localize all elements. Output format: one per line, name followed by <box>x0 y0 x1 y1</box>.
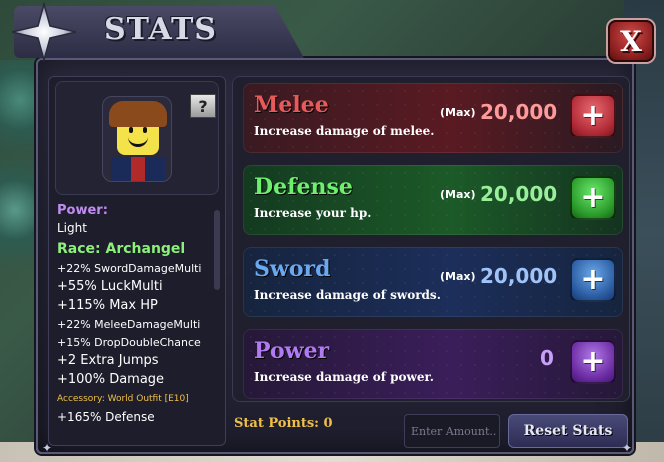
stat-name: Defense <box>254 174 353 200</box>
buff-line: +22% SwordDamageMulti <box>57 262 202 275</box>
stat-list: Melee Increase damage of melee. (Max) 20… <box>232 76 630 402</box>
stat-max-label: (Max) <box>440 270 476 283</box>
buff-line: +55% LuckMulti <box>57 279 163 294</box>
profile-info-list: Power: Light Race: Archangel +22% SwordD… <box>57 203 213 424</box>
buff-line: +2 Extra Jumps <box>57 353 159 368</box>
reset-stats-button[interactable]: Reset Stats <box>508 414 628 448</box>
plus-icon: + <box>580 98 606 133</box>
power-value: Light <box>57 221 87 235</box>
add-sword-button[interactable]: + <box>570 258 616 302</box>
power-label: Power: <box>57 203 108 218</box>
stat-card-sword: Sword Increase damage of swords. (Max) 2… <box>243 247 623 317</box>
buff-line: +165% Defense <box>57 410 155 424</box>
close-icon: X <box>620 24 642 58</box>
star-icon <box>11 2 77 62</box>
stat-max-label: (Max) <box>440 106 476 119</box>
amount-input[interactable] <box>404 414 500 448</box>
stat-value: 20,000 <box>480 100 558 124</box>
buff-line: +115% Max HP <box>57 298 158 313</box>
profile-scrollbar[interactable] <box>214 210 220 290</box>
buff-line: +22% MeleeDamageMulti <box>57 318 201 331</box>
stat-name: Sword <box>254 256 331 282</box>
stat-max-label: (Max) <box>440 188 476 201</box>
stat-name: Melee <box>254 92 329 118</box>
stat-description: Increase damage of swords. <box>254 288 441 302</box>
close-button[interactable]: X <box>608 20 654 62</box>
accessory-label: Accessory: World Outfit [E10] <box>57 394 189 404</box>
window-title: STATS <box>104 12 217 47</box>
stat-card-power: Power Increase damage of power. 0 + <box>243 329 623 399</box>
stat-value: 20,000 <box>480 264 558 288</box>
plus-icon: + <box>580 344 606 379</box>
add-power-button[interactable]: + <box>570 340 616 384</box>
stat-points-label: Stat Points: 0 <box>234 416 333 431</box>
background-tree <box>0 60 40 320</box>
stat-description: Increase damage of melee. <box>254 124 435 138</box>
stat-value: 20,000 <box>480 182 558 206</box>
stat-card-melee: Melee Increase damage of melee. (Max) 20… <box>243 83 623 153</box>
plus-icon: + <box>580 262 606 297</box>
stat-card-defense: Defense Increase your hp. (Max) 20,000 + <box>243 165 623 235</box>
stat-value: 0 <box>540 346 554 370</box>
race-label: Race: Archangel <box>57 241 186 257</box>
buff-line: +100% Damage <box>57 372 165 387</box>
avatar <box>102 96 172 182</box>
avatar-frame: ? <box>55 81 219 195</box>
buff-line: +15% DropDoubleChance <box>57 336 201 349</box>
help-button[interactable]: ? <box>190 94 216 118</box>
profile-panel: ? Power: Light Race: Archangel +22% Swor… <box>48 76 226 446</box>
add-melee-button[interactable]: + <box>570 94 616 138</box>
corner-sparkle-icon: ✦ <box>622 441 633 455</box>
stat-name: Power <box>254 338 330 364</box>
stat-description: Increase damage of power. <box>254 370 434 384</box>
add-defense-button[interactable]: + <box>570 176 616 220</box>
corner-sparkle-icon: ✦ <box>42 441 53 455</box>
plus-icon: + <box>580 180 606 215</box>
stat-description: Increase your hp. <box>254 206 372 220</box>
